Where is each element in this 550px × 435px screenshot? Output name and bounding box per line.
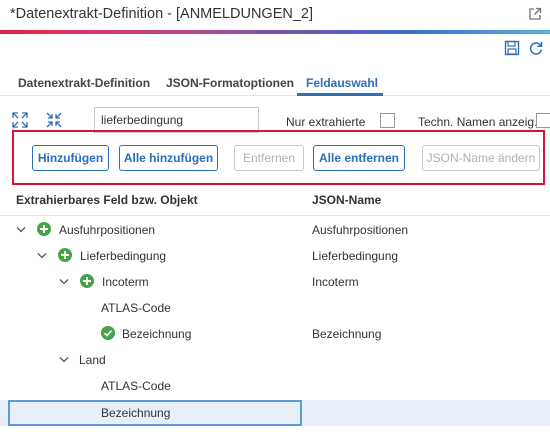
tree-row-selected[interactable]: Bezeichnung [0,400,550,426]
tree-row-label: Bezeichnung [122,327,192,341]
check-circle-icon[interactable] [101,326,115,340]
tree-row[interactable]: Ausfuhrpositionen Ausfuhrpositionen [0,217,550,243]
popout-icon[interactable] [528,7,542,21]
chevron-down-icon[interactable] [59,278,69,286]
tab-json-formatoptionen[interactable]: JSON-Formatoptionen [166,76,294,90]
tab-bar: Datenextrakt-Definition JSON-Formatoptio… [0,72,550,96]
window-title: *Datenextrakt-Definition - [ANMELDUNGEN_… [10,6,313,22]
tab-datenextrakt-definition[interactable]: Datenextrakt-Definition [18,76,150,90]
tree-row[interactable]: Land [0,347,550,373]
chevron-down-icon[interactable] [16,226,26,234]
tree-row-label: Bezeichnung [101,406,171,420]
only-extracted-label: Nur extrahierte [286,115,366,129]
tree-row-label: Incoterm [102,275,149,289]
tab-feldauswahl[interactable]: Feldauswahl [306,76,378,90]
json-name-cell: Incoterm [312,275,359,289]
tree-row-label: ATLAS-Code [101,379,171,393]
brand-gradient-bar [0,30,550,34]
column-header-json-name[interactable]: JSON-Name [312,193,381,207]
tree-row[interactable]: Bezeichnung Bezeichnung [0,321,550,347]
save-icon[interactable] [504,40,520,56]
only-extracted-checkbox[interactable] [380,113,395,128]
add-circle-icon[interactable] [37,222,51,236]
tree-row[interactable]: ATLAS-Code [0,295,550,321]
tech-names-label: Techn. Namen anzeig. [418,115,538,129]
add-button[interactable]: Hinzufügen [32,145,109,171]
expand-all-icon[interactable] [12,112,28,128]
remove-all-button[interactable]: Alle entfernen [313,145,405,171]
tree-row-label: Land [79,353,106,367]
add-circle-icon[interactable] [80,274,94,288]
add-circle-icon[interactable] [58,248,72,262]
title-bar: *Datenextrakt-Definition - [ANMELDUNGEN_… [0,0,550,30]
toolbar [504,40,544,58]
add-all-button[interactable]: Alle hinzufügen [119,145,218,171]
tree-row[interactable]: Incoterm Incoterm [0,269,550,295]
json-name-cell: Lieferbedingung [312,249,399,263]
chevron-down-icon[interactable] [37,252,47,260]
tech-names-checkbox[interactable] [536,113,550,128]
remove-button[interactable]: Entfernen [234,145,304,171]
change-json-name-button[interactable]: JSON-Name ändern [422,145,540,171]
tree-row[interactable]: Lieferbedingung Lieferbedingung [0,243,550,269]
tree-row-label: Ausfuhrpositionen [59,223,156,237]
json-name-cell: Bezeichnung [312,327,382,341]
active-tab-indicator [297,93,383,96]
column-header-field[interactable]: Extrahierbares Feld bzw. Objekt [16,193,198,207]
chevron-down-icon[interactable] [59,356,69,364]
grid-header: Extrahierbares Feld bzw. Objekt JSON-Nam… [0,188,550,216]
json-name-cell: Ausfuhrpositionen [312,223,409,237]
refresh-icon[interactable] [528,40,544,56]
tree-row-label: Lieferbedingung [80,249,167,263]
collapse-all-icon[interactable] [46,112,62,128]
tree-row-label: ATLAS-Code [101,301,171,315]
tree-row[interactable]: ATLAS-Code [0,373,550,399]
